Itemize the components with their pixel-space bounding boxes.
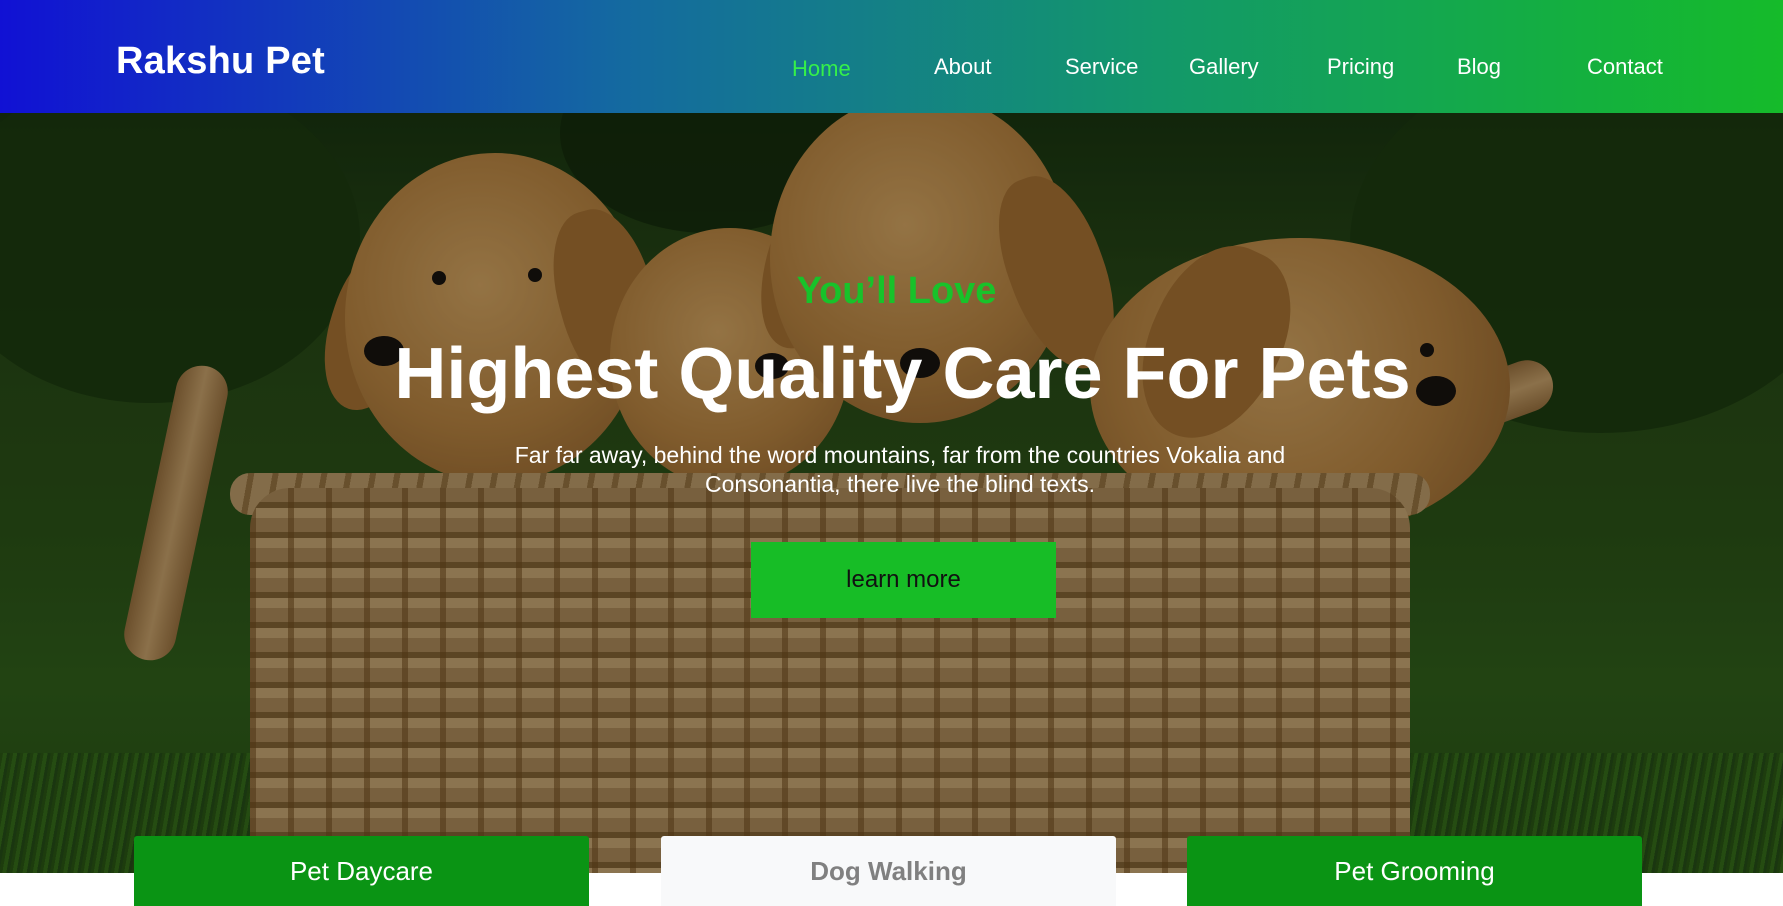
hero-eyebrow: You’ll Love (796, 270, 997, 312)
hero-headline: Highest Quality Care For Pets (394, 334, 1411, 414)
nav-home[interactable]: Home (792, 56, 851, 82)
navbar: Rakshu Pet Home About Service Gallery Pr… (0, 0, 1783, 113)
nav-about[interactable]: About (934, 54, 992, 80)
nav-gallery[interactable]: Gallery (1189, 54, 1259, 80)
service-card-dog-walking[interactable]: Dog Walking (661, 836, 1116, 906)
nav-contact[interactable]: Contact (1587, 54, 1663, 80)
nav-pricing[interactable]: Pricing (1327, 54, 1394, 80)
learn-more-button[interactable]: learn more (751, 542, 1056, 618)
service-card-pet-daycare[interactable]: Pet Daycare (134, 836, 589, 906)
nav-blog[interactable]: Blog (1457, 54, 1501, 80)
nav-service[interactable]: Service (1065, 54, 1138, 80)
brand-logo[interactable]: Rakshu Pet (116, 40, 325, 83)
hero-subtext: Far far away, behind the word mountains,… (514, 442, 1286, 497)
service-card-pet-grooming[interactable]: Pet Grooming (1187, 836, 1642, 906)
